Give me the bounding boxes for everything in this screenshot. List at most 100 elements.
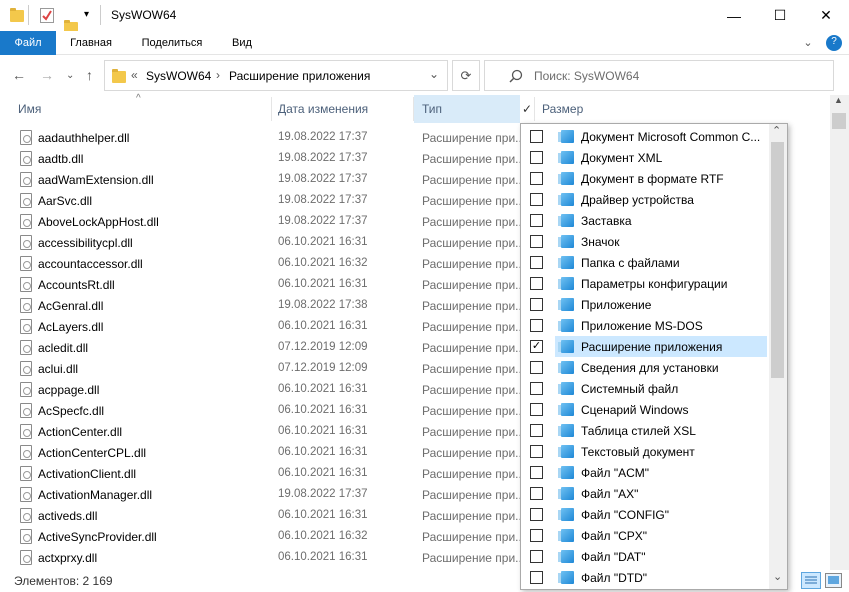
breadcrumb-current[interactable]: Расширение приложения [229,69,370,83]
file-name: ActiveSyncProvider.dll [38,530,157,544]
filter-checkbox[interactable] [530,256,543,269]
filter-checkbox[interactable] [530,193,543,206]
type-filter-option[interactable]: Файл "DTD" [521,567,771,588]
tab-file[interactable]: Файл [0,31,56,55]
file-date: 06.10.2021 16:31 [278,551,368,563]
refresh-button[interactable]: ⟳ [452,60,480,91]
filter-checkbox[interactable] [530,319,543,332]
file-date: 19.08.2022 17:37 [278,215,368,227]
filter-checkbox[interactable] [530,151,543,164]
type-filter-option[interactable]: Текстовый документ [521,441,771,462]
customize-arrow-icon[interactable]: ▾ [84,9,89,20]
forward-arrow-icon[interactable]: → [40,67,54,83]
filter-checkbox[interactable] [530,529,543,542]
filter-checkbox[interactable] [530,571,543,584]
address-dropdown[interactable]: ⌄ [429,67,439,81]
large-icons-view-icon[interactable] [825,573,842,588]
filter-checkbox[interactable] [530,277,543,290]
filter-checkbox[interactable] [530,361,543,374]
type-filter-option[interactable]: Значок [521,231,771,252]
file-date: 19.08.2022 17:37 [278,131,368,143]
file-type: Расширение при... [422,446,526,460]
dll-file-icon [20,424,32,439]
type-filter-option[interactable]: Файл "CONFIG" [521,504,771,525]
filter-checkbox[interactable] [530,130,543,143]
file-type: Расширение при... [422,152,526,166]
file-list-scrollbar[interactable]: ▲ [830,95,849,570]
breadcrumb-overflow[interactable]: « [131,68,138,82]
filter-checkbox[interactable] [530,403,543,416]
filter-active-icon: ✓ [522,102,533,116]
filter-checkbox[interactable] [530,214,543,227]
search-input[interactable]: Поиск: SysWOW64 [484,60,834,91]
filter-checkbox[interactable] [530,172,543,185]
column-size[interactable]: Размер [534,95,634,123]
column-name[interactable]: Имя [10,95,272,123]
file-type: Расширение при... [422,530,526,544]
filter-checkbox[interactable] [530,235,543,248]
type-filter-option[interactable]: Драйвер устройства [521,189,771,210]
close-button[interactable]: ✕ [803,0,849,31]
type-filter-option[interactable]: Файл "CPX" [521,525,771,546]
minimize-button[interactable]: — [711,0,757,31]
tab-view[interactable]: Вид [222,31,262,55]
filter-checkbox[interactable]: ✓ [530,340,543,353]
properties-icon[interactable] [40,8,54,23]
breadcrumb-syswow64[interactable]: SysWOW64 [146,69,211,83]
filter-checkbox[interactable] [530,445,543,458]
type-filter-option[interactable]: Системный файл [521,378,771,399]
file-name: AccountsRt.dll [38,278,115,292]
scroll-up-icon[interactable]: ⌃ [772,124,781,137]
folder-icon [112,69,126,83]
type-filter-option[interactable]: Файл "DAT" [521,546,771,567]
tab-home[interactable]: Главная [60,31,122,55]
file-name: accessibilitycpl.dll [38,236,133,250]
type-filter-option[interactable]: Документ XML [521,147,771,168]
type-filter-option[interactable]: Таблица стилей XSL [521,420,771,441]
scroll-thumb[interactable] [832,113,846,129]
type-filter-option[interactable]: Заставка [521,210,771,231]
maximize-button[interactable]: ☐ [757,0,803,31]
filter-checkbox[interactable] [530,508,543,521]
column-type[interactable]: Тип ✓ [414,95,532,123]
scroll-down-icon[interactable]: ⌄ [773,570,782,583]
dll-file-icon [20,130,32,145]
file-date: 07.12.2019 12:09 [278,362,368,374]
type-filter-option[interactable]: Файл "ACM" [521,462,771,483]
recent-dropdown-icon[interactable]: ⌄ [66,70,74,81]
type-filter-option[interactable]: ✓ Расширение приложения [521,336,771,357]
filter-checkbox[interactable] [530,466,543,479]
filter-option-label: Текстовый документ [581,445,695,459]
file-date: 06.10.2021 16:31 [278,278,368,290]
file-name: aadtb.dll [38,152,84,166]
file-type-icon [558,403,574,416]
type-filter-option[interactable]: Приложение [521,294,771,315]
expand-ribbon-button[interactable]: ⌄ [800,31,816,55]
type-filter-option[interactable]: Сведения для установки [521,357,771,378]
filter-checkbox[interactable] [530,424,543,437]
filter-checkbox[interactable] [530,382,543,395]
scroll-up-icon[interactable]: ▲ [834,95,843,105]
dll-file-icon [20,403,32,418]
type-filter-option[interactable]: Файл "AX" [521,483,771,504]
type-filter-option[interactable]: Документ Microsoft Common C... [521,126,771,147]
type-filter-scrollbar[interactable]: ⌃ ⌄ [769,124,787,589]
file-date: 06.10.2021 16:31 [278,404,368,416]
address-bar[interactable]: « SysWOW64 › Расширение приложения ⌄ [104,60,448,91]
file-date: 19.08.2022 17:37 [278,173,368,185]
filter-checkbox[interactable] [530,550,543,563]
filter-checkbox[interactable] [530,487,543,500]
type-filter-option[interactable]: Приложение MS-DOS [521,315,771,336]
type-filter-option[interactable]: Параметры конфигурации [521,273,771,294]
type-filter-option[interactable]: Папка с файлами [521,252,771,273]
back-arrow-icon[interactable]: ← [12,67,26,83]
type-filter-option[interactable]: Документ в формате RTF [521,168,771,189]
help-button[interactable]: ? [826,35,842,51]
column-date[interactable]: Дата изменения [270,95,414,123]
up-arrow-icon[interactable]: ↑ [86,67,93,83]
details-view-icon[interactable] [801,572,821,589]
type-filter-option[interactable]: Сценарий Windows [521,399,771,420]
tab-share[interactable]: Поделиться [132,31,212,55]
filter-checkbox[interactable] [530,298,543,311]
scroll-thumb[interactable] [771,142,784,378]
